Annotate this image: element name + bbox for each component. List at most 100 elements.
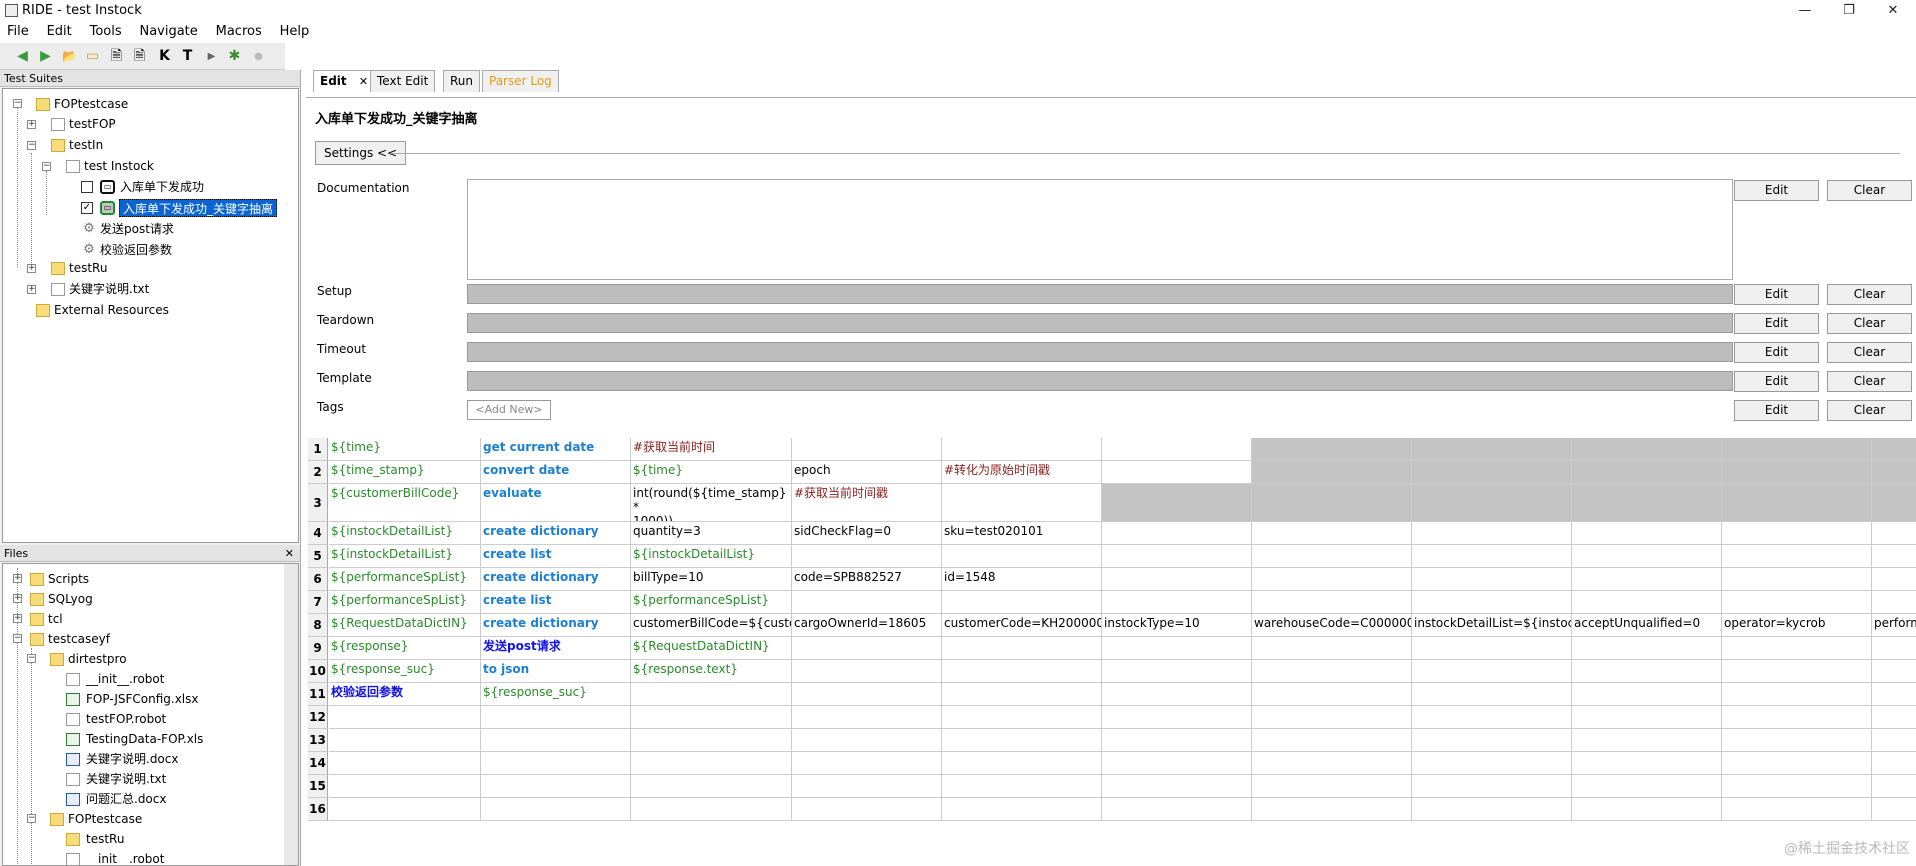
grid-cell[interactable] [1252, 729, 1412, 752]
tags-clear-button[interactable]: Clear [1827, 400, 1912, 421]
grid-cell[interactable]: ${response.text} [631, 660, 792, 683]
grid-cell[interactable] [942, 591, 1102, 614]
menu-macros[interactable]: Macros [209, 22, 269, 42]
restore-button[interactable]: ❐ [1827, 1, 1871, 21]
grid-cell[interactable]: ${RequestDataDictIN} [329, 614, 481, 637]
setup-clear-button[interactable]: Clear [1827, 284, 1912, 305]
expand-icon[interactable]: + [27, 285, 36, 294]
template-edit-button[interactable]: Edit [1734, 371, 1819, 392]
grid-cell[interactable] [631, 752, 792, 775]
grid-cell[interactable]: ${RequestDataDictIN} [631, 637, 792, 660]
grid-cell[interactable] [1572, 637, 1722, 660]
grid-cell[interactable] [942, 798, 1102, 821]
collapse-icon[interactable]: − [27, 654, 36, 663]
grid-cell[interactable] [481, 706, 631, 729]
grid-cell[interactable] [1722, 752, 1872, 775]
grid-cell[interactable]: create dictionary [481, 568, 631, 591]
tree-item-testru[interactable]: testRu [69, 259, 107, 277]
row-number[interactable]: 2 [308, 461, 328, 484]
grid-cell[interactable] [1722, 706, 1872, 729]
grid-cell[interactable] [1872, 798, 1916, 821]
tree-item-testfop[interactable]: testFOP [69, 115, 116, 133]
grid-cell[interactable]: quantity=3 [631, 522, 792, 545]
grid-cell[interactable]: get current date [481, 438, 631, 461]
grid-cell[interactable] [1572, 461, 1722, 484]
grid-cell[interactable] [792, 637, 942, 660]
expand-icon[interactable]: + [13, 594, 22, 603]
grid-cell[interactable] [1102, 545, 1252, 568]
grid-cell[interactable] [1102, 438, 1252, 461]
grid-cell[interactable] [792, 660, 942, 683]
grid-cell[interactable] [1872, 637, 1916, 660]
grid-cell[interactable] [792, 591, 942, 614]
grid-cell[interactable] [942, 545, 1102, 568]
grid-cell[interactable] [1412, 683, 1572, 706]
collapse-icon[interactable]: − [13, 99, 22, 108]
grid-cell[interactable] [1572, 683, 1722, 706]
grid-cell[interactable]: perform [1872, 614, 1916, 637]
tree-item-keyword-verify[interactable]: 校验返回参数 [100, 241, 172, 259]
testcase-checkbox[interactable] [81, 181, 93, 193]
timeout-edit-button[interactable]: Edit [1734, 342, 1819, 363]
grid-cell[interactable]: ${time} [631, 461, 792, 484]
grid-cell[interactable] [1722, 798, 1872, 821]
grid-cell[interactable]: billType=10 [631, 568, 792, 591]
teardown-field[interactable] [467, 313, 1733, 333]
keyword-search-icon[interactable]: K [156, 48, 173, 65]
grid-cell[interactable] [329, 775, 481, 798]
file-item-sqlyog[interactable]: SQLyog [48, 590, 93, 608]
grid-cell[interactable] [942, 637, 1102, 660]
tree-item-test-instock[interactable]: test Instock [84, 157, 154, 175]
file-item-issues-docx[interactable]: 问题汇总.docx [86, 790, 166, 808]
grid-cell[interactable] [1722, 729, 1872, 752]
grid-cell[interactable]: to json [481, 660, 631, 683]
close-window-button[interactable]: ✕ [1871, 1, 1915, 21]
run-icon[interactable]: ▶ [203, 48, 220, 65]
file-item-init-robot-2[interactable]: __init__.robot [86, 850, 164, 865]
grid-cell[interactable] [792, 683, 942, 706]
grid-cell[interactable] [1102, 683, 1252, 706]
grid-cell[interactable] [1102, 729, 1252, 752]
grid-cell[interactable] [1872, 752, 1916, 775]
grid-cell[interactable] [1572, 660, 1722, 683]
setup-field[interactable] [467, 284, 1733, 304]
tree-item-external-resources[interactable]: External Resources [54, 301, 169, 319]
grid-cell[interactable] [1252, 706, 1412, 729]
menu-help[interactable]: Help [273, 22, 317, 42]
grid-cell[interactable]: epoch [792, 461, 942, 484]
grid-cell[interactable]: evaluate [481, 484, 631, 522]
testcase-checkbox-checked[interactable]: ✓ [81, 202, 93, 214]
grid-cell[interactable]: code=SPB882527 [792, 568, 942, 591]
grid-cell[interactable] [1572, 545, 1722, 568]
row-number[interactable]: 9 [308, 637, 328, 660]
grid-cell[interactable] [1872, 706, 1916, 729]
grid-cell[interactable] [942, 752, 1102, 775]
setup-edit-button[interactable]: Edit [1734, 284, 1819, 305]
back-arrow-icon[interactable]: ◀ [14, 48, 31, 65]
grid-cell[interactable]: 校验返回参数 [329, 683, 481, 706]
documentation-clear-button[interactable]: Clear [1827, 180, 1912, 201]
file-item-jsfconfig[interactable]: FOP-JSFConfig.xlsx [86, 690, 198, 708]
grid-cell[interactable] [1252, 568, 1412, 591]
tab-text-edit[interactable]: Text Edit [370, 70, 436, 92]
grid-cell[interactable] [792, 798, 942, 821]
file-item-testcaseyf[interactable]: testcaseyf [48, 630, 110, 648]
grid-cell[interactable] [1252, 461, 1412, 484]
file-item-testfop-robot[interactable]: testFOP.robot [86, 710, 166, 728]
grid-cell[interactable] [1722, 568, 1872, 591]
grid-cell[interactable] [1252, 637, 1412, 660]
grid-cell[interactable]: create dictionary [481, 522, 631, 545]
grid-cell[interactable] [942, 484, 1102, 522]
grid-cell[interactable]: ${instockDetailList} [631, 545, 792, 568]
grid-cell[interactable] [1252, 775, 1412, 798]
grid-cell[interactable] [1412, 706, 1572, 729]
grid-cell[interactable] [1572, 729, 1722, 752]
grid-cell[interactable] [329, 729, 481, 752]
debug-icon[interactable]: ✱ [226, 48, 243, 65]
grid-cell[interactable] [792, 729, 942, 752]
grid-cell[interactable]: create list [481, 591, 631, 614]
grid-cell[interactable] [1412, 798, 1572, 821]
row-number[interactable]: 6 [308, 568, 328, 591]
grid-cell[interactable] [942, 660, 1102, 683]
close-tab-icon[interactable]: ✕ [359, 75, 368, 88]
